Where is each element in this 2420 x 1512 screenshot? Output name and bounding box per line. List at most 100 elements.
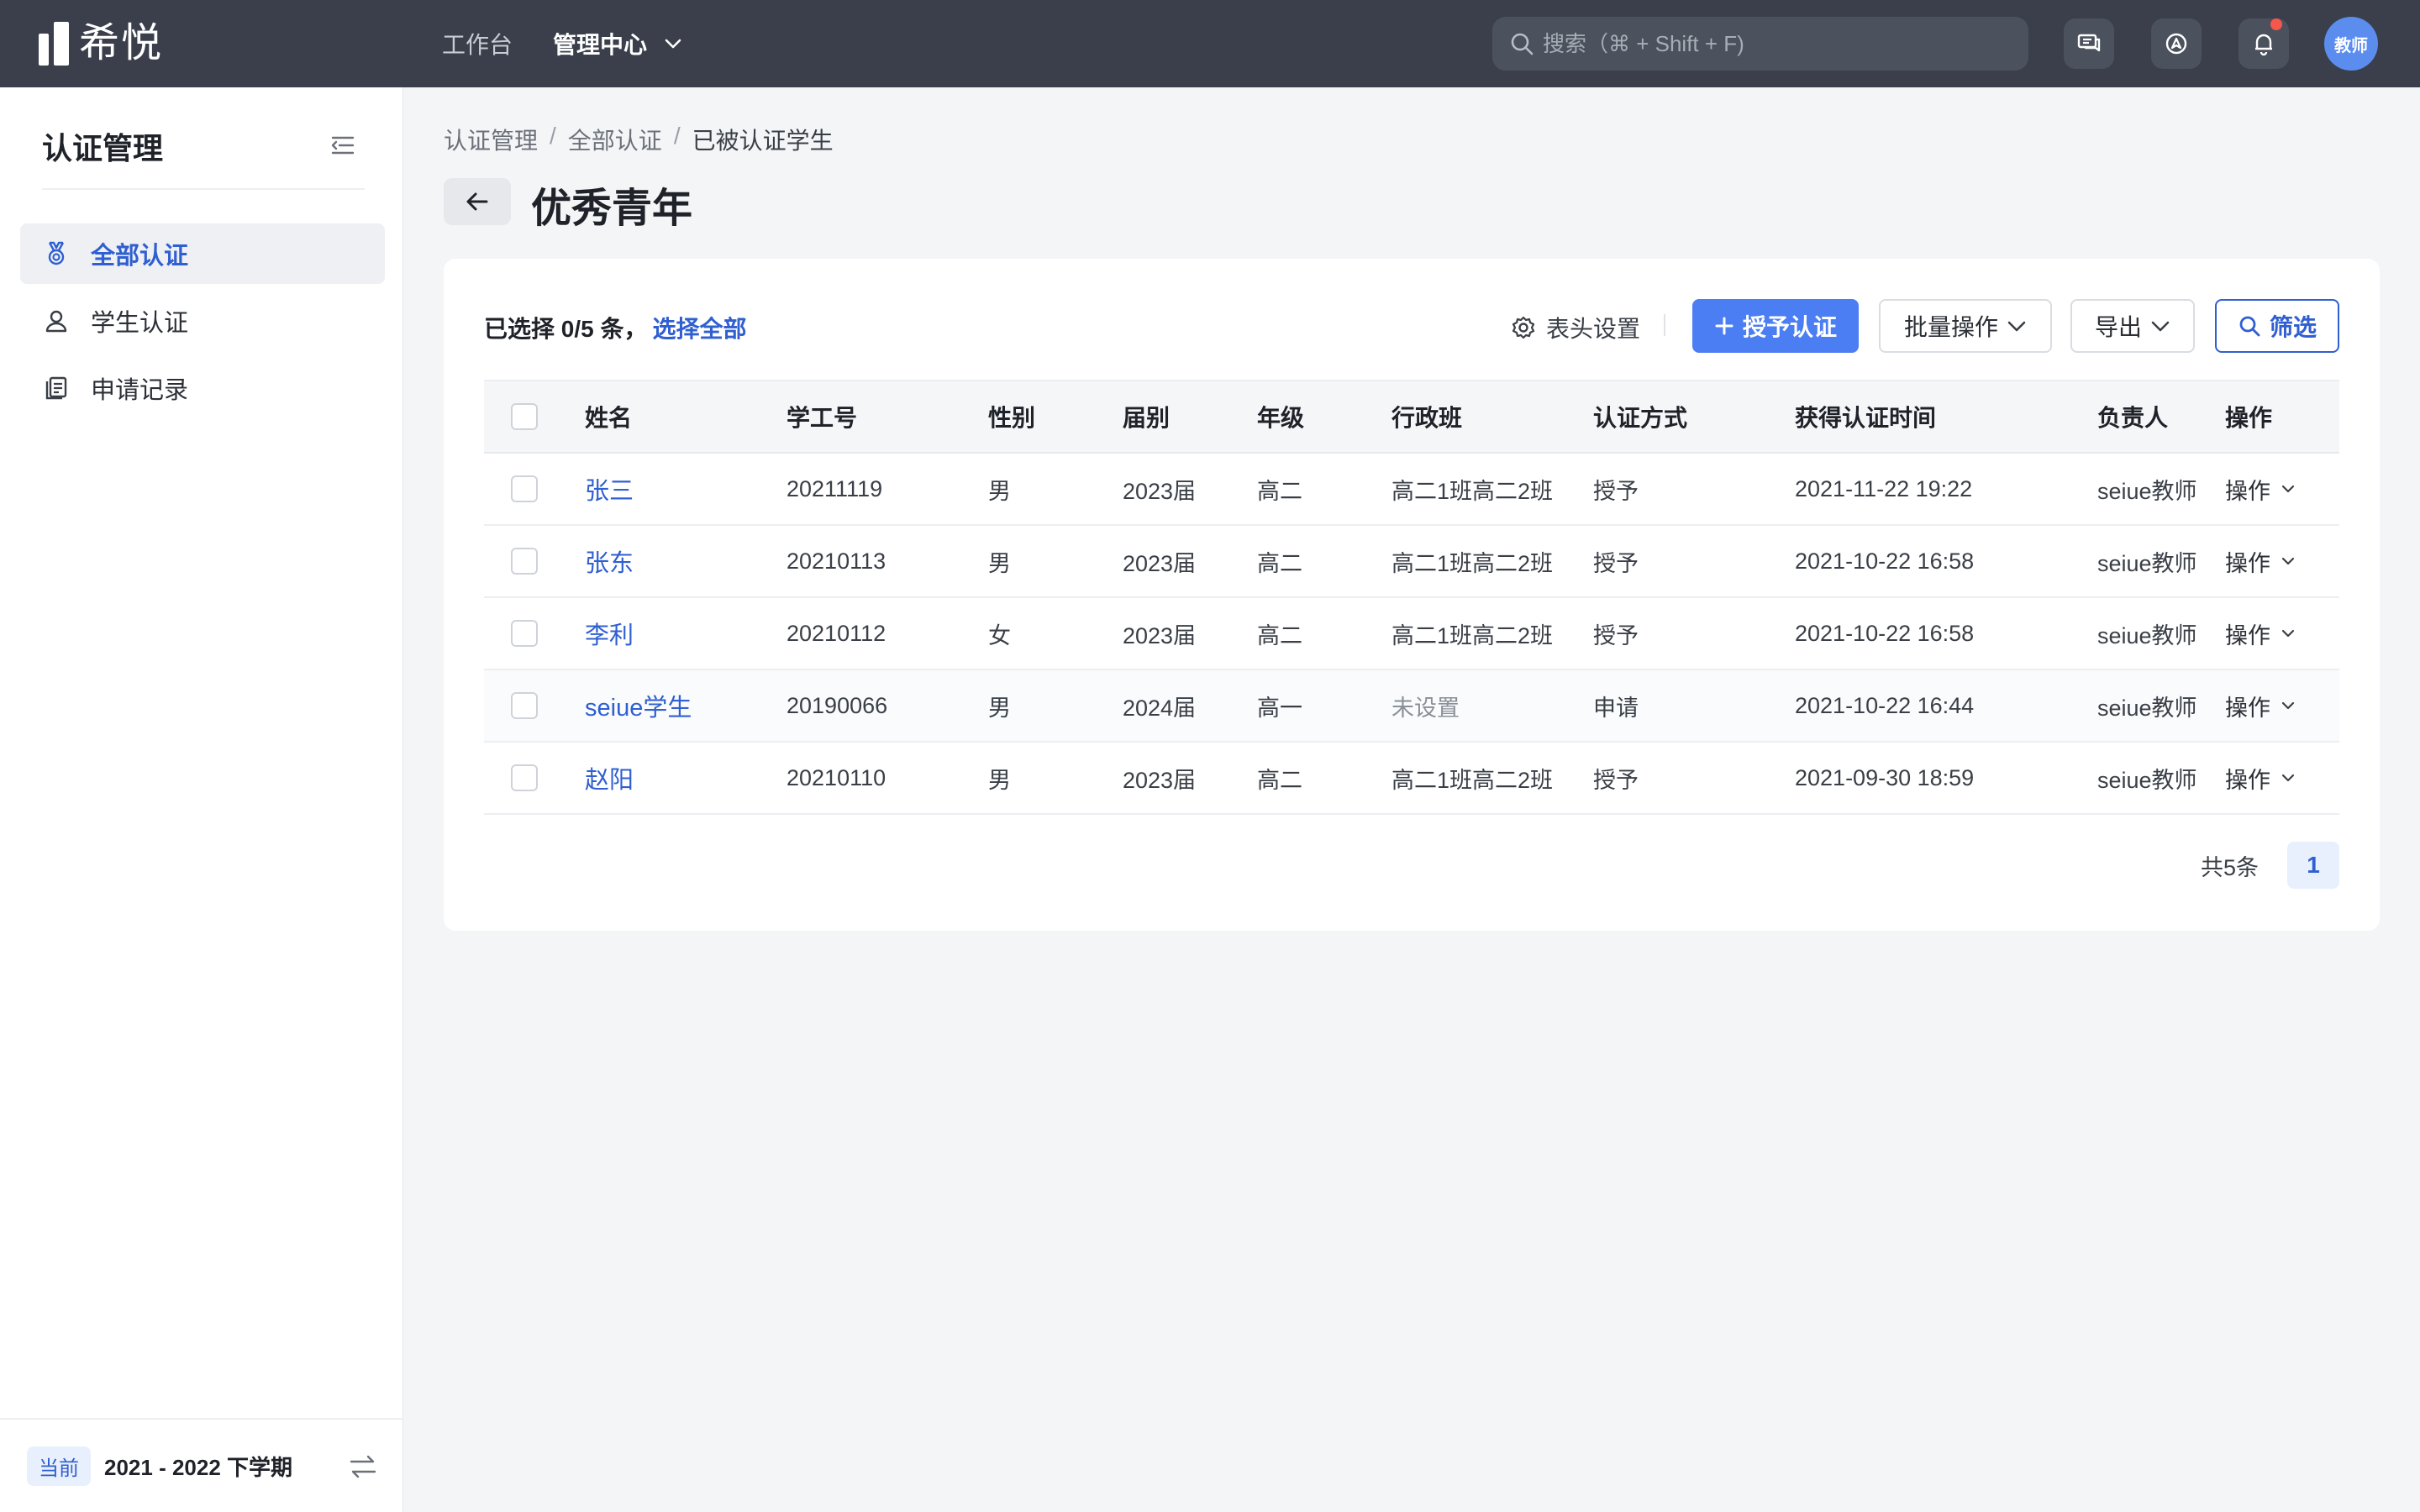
- header-action: 操作: [2225, 405, 2273, 431]
- global-search[interactable]: [1492, 17, 2028, 71]
- cell-owner: seiue教师: [2097, 550, 2197, 576]
- sidebar-item-all-certifications[interactable]: 全部认证: [20, 223, 385, 284]
- header-cohort[interactable]: 届别: [1123, 381, 1170, 452]
- cell-owner: seiue教师: [2097, 622, 2197, 648]
- term-selector: 当前 2021 - 2022 下学期: [0, 1418, 403, 1512]
- cell-class: 高二1班高二2班: [1392, 550, 1554, 576]
- total-count: 共5条: [2200, 854, 2259, 880]
- select-all-link[interactable]: 选择全部: [652, 316, 746, 342]
- cell-time: 2021-10-22 16:58: [1795, 620, 1975, 646]
- row-action-dropdown[interactable]: 操作: [2225, 545, 2296, 578]
- breadcrumb-certification-management[interactable]: 认证管理: [444, 123, 538, 156]
- cell-method: 授予: [1593, 478, 1639, 504]
- cell-gender: 男: [988, 767, 1011, 793]
- header-id[interactable]: 学工号: [786, 381, 857, 452]
- toolbar-divider: [1664, 314, 1665, 336]
- header-class[interactable]: 行政班: [1392, 381, 1462, 452]
- cell-name: seiue学生: [585, 670, 692, 741]
- cell-name: 赵阳: [585, 743, 634, 813]
- search-input[interactable]: [1543, 30, 2013, 57]
- nav-admin-center[interactable]: 管理中心: [553, 27, 682, 60]
- page-number-button[interactable]: 1: [2287, 842, 2339, 889]
- row-checkbox[interactable]: [511, 620, 538, 647]
- export-dropdown[interactable]: 导出: [2070, 299, 2195, 353]
- gear-icon: [1512, 316, 1535, 339]
- student-name-link[interactable]: seiue学生: [585, 688, 692, 723]
- row-checkbox[interactable]: [511, 692, 538, 719]
- chevron-down-icon: [2151, 321, 2170, 332]
- breadcrumb: 认证管理 / 全部认证 / 已被认证学生: [444, 123, 834, 156]
- row-action-dropdown[interactable]: 操作: [2225, 473, 2296, 506]
- logo-text: 希悦: [79, 21, 164, 66]
- document-icon: [42, 374, 71, 402]
- row-action-label: 操作: [2225, 622, 2270, 648]
- row-action-label: 操作: [2225, 550, 2270, 576]
- arrow-left-icon: [466, 192, 488, 211]
- notification-button[interactable]: [2238, 18, 2289, 69]
- collapse-sidebar-icon[interactable]: [329, 133, 356, 158]
- header-gender[interactable]: 性别: [988, 381, 1035, 452]
- back-button[interactable]: [444, 178, 511, 225]
- table-row: 张三 20211119 男 2023届 高二 高二1班高二2班 授予 2021-…: [484, 454, 2339, 526]
- select-all-checkbox[interactable]: [511, 403, 538, 430]
- header-name[interactable]: 姓名: [585, 381, 632, 452]
- content-card: 已选择 0/5 条， 选择全部 表头设置 授予认证 批量操作 导出 筛选 姓名 学…: [444, 259, 2380, 931]
- row-action-label: 操作: [2225, 767, 2270, 793]
- student-name-link[interactable]: 张三: [585, 471, 634, 507]
- student-name-link[interactable]: 张东: [585, 543, 634, 579]
- header-time[interactable]: 获得认证时间: [1795, 381, 1936, 452]
- app-center-button[interactable]: [2151, 18, 2202, 69]
- message-button[interactable]: [2064, 18, 2114, 69]
- breadcrumb-separator: /: [673, 123, 681, 149]
- row-checkbox[interactable]: [511, 475, 538, 502]
- cell-action: 操作: [2225, 743, 2296, 813]
- cell-id: 20211119: [786, 475, 883, 501]
- avatar[interactable]: 教师: [2324, 17, 2378, 71]
- nav-workbench[interactable]: 工作台: [442, 27, 513, 60]
- cell-time: 2021-11-22 19:22: [1795, 475, 1973, 501]
- row-checkbox[interactable]: [511, 764, 538, 791]
- filter-label: 筛选: [2269, 314, 2317, 340]
- grant-certification-button[interactable]: 授予认证: [1692, 299, 1859, 353]
- batch-actions-dropdown[interactable]: 批量操作: [1879, 299, 2052, 353]
- row-action-label: 操作: [2225, 695, 2270, 721]
- bell-icon: [2255, 34, 2272, 56]
- filter-button[interactable]: 筛选: [2215, 299, 2339, 353]
- cell-owner: seiue教师: [2097, 767, 2197, 793]
- search-icon: [1511, 33, 1534, 55]
- row-checkbox[interactable]: [511, 548, 538, 575]
- row-checkbox-cell: [511, 743, 538, 813]
- row-checkbox-cell: [511, 454, 538, 524]
- cell-action: 操作: [2225, 670, 2296, 741]
- header-grade[interactable]: 年级: [1257, 381, 1304, 452]
- cell-method: 授予: [1593, 622, 1639, 648]
- cell-method: 申请: [1593, 695, 1639, 721]
- sidebar-item-student-certifications[interactable]: 学生认证: [20, 291, 385, 351]
- row-action-dropdown[interactable]: 操作: [2225, 617, 2296, 650]
- cell-action: 操作: [2225, 526, 2296, 596]
- row-action-dropdown[interactable]: 操作: [2225, 762, 2296, 795]
- cell-name: 李利: [585, 598, 634, 669]
- table-row: seiue学生 20190066 男 2024届 高一 未设置 申请 2021-…: [484, 670, 2339, 743]
- column-settings-button[interactable]: 表头设置: [1511, 311, 1640, 344]
- cell-cohort: 2023届: [1123, 767, 1197, 793]
- cell-grade: 高二: [1257, 767, 1302, 793]
- column-settings-label: 表头设置: [1546, 316, 1641, 342]
- cell-grade: 高二: [1257, 622, 1302, 648]
- app-logo[interactable]: 希悦: [39, 22, 163, 66]
- switch-term-icon[interactable]: [348, 1453, 378, 1480]
- sidebar-item-application-records[interactable]: 申请记录: [20, 358, 385, 418]
- chevron-down-icon: [2007, 321, 2026, 332]
- cell-action: 操作: [2225, 454, 2296, 524]
- breadcrumb-all-certifications[interactable]: 全部认证: [568, 123, 662, 156]
- student-name-link[interactable]: 李利: [585, 616, 634, 651]
- cell-gender: 男: [988, 478, 1011, 504]
- student-name-link[interactable]: 赵阳: [585, 760, 634, 795]
- header-method[interactable]: 认证方式: [1593, 381, 1687, 452]
- header-owner[interactable]: 负责人: [2097, 381, 2168, 452]
- chevron-down-icon: [2281, 557, 2295, 565]
- row-action-dropdown[interactable]: 操作: [2225, 690, 2296, 722]
- export-label: 导出: [2094, 314, 2142, 340]
- cell-class: 高二1班高二2班: [1392, 478, 1554, 504]
- user-icon: [42, 307, 71, 335]
